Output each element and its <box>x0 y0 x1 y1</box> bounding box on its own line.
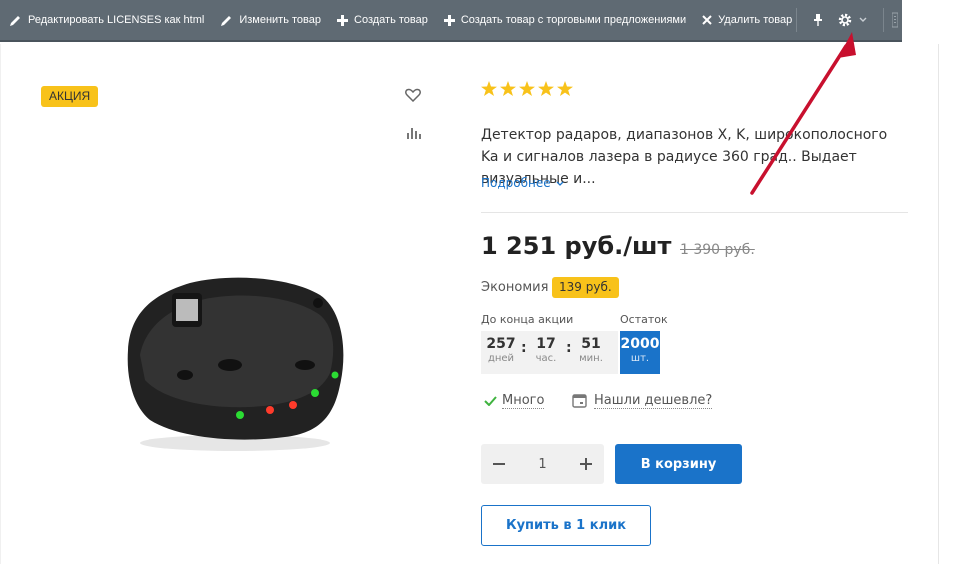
minus-icon[interactable] <box>493 458 505 470</box>
admin-toolbar: Редактировать LICENSES как html Изменить… <box>0 0 902 42</box>
quantity-stepper: 1 <box>481 444 604 484</box>
stock-value: 2000 <box>620 336 660 352</box>
add-to-cart-button[interactable]: В корзину <box>615 444 742 484</box>
economy-label: Экономия <box>481 280 549 295</box>
stock-unit: шт. <box>630 353 650 364</box>
star-icon <box>500 81 516 96</box>
quantity-input[interactable]: 1 <box>538 457 546 472</box>
create-product-button[interactable]: Создать товар <box>337 14 428 26</box>
countdown-minutes: 51 мин. <box>571 331 611 366</box>
plus-icon <box>443 14 455 26</box>
found-cheaper-label: Нашли дешевле? <box>594 393 713 409</box>
drag-handle-icon[interactable] <box>892 12 898 28</box>
pin-icon[interactable] <box>813 13 823 27</box>
availability-label[interactable]: Много <box>502 393 545 409</box>
edit-product-button[interactable]: Изменить товар <box>220 14 321 27</box>
countdown-hours-unit: час. <box>535 353 557 364</box>
more-details-link[interactable]: Подробнее <box>481 176 564 190</box>
economy-value: 139 руб. <box>552 277 619 298</box>
create-product-with-offers-button[interactable]: Создать товар с торговыми предложениями <box>443 14 687 26</box>
create-product-with-offers-label: Создать товар с торговыми предложениями <box>460 14 687 26</box>
current-price: 1 251 руб./шт <box>481 232 672 260</box>
availability-status: Много <box>484 393 545 409</box>
countdown-hours: 17 час. <box>526 331 566 366</box>
delete-product-button[interactable]: Удалить товар <box>702 14 792 26</box>
rating-stars <box>481 81 573 96</box>
sale-badge: АКЦИЯ <box>41 86 99 107</box>
old-price: 1 390 руб. <box>680 242 755 258</box>
countdown-days: 257 дней <box>481 331 521 366</box>
countdown-days-value: 257 <box>486 336 516 352</box>
countdown-days-unit: дней <box>487 353 515 364</box>
star-icon <box>519 81 535 96</box>
sale-countdown: 257 дней : 17 час. : 51 мин. <box>481 331 618 374</box>
delete-product-label: Удалить товар <box>718 14 793 26</box>
close-icon <box>702 15 712 25</box>
plus-icon <box>337 14 348 26</box>
divider <box>481 212 908 213</box>
star-icon <box>557 81 573 96</box>
product-image[interactable] <box>120 255 350 455</box>
create-product-label: Создать товар <box>354 14 428 26</box>
star-icon <box>481 81 497 96</box>
stock-label: Остаток <box>620 313 668 326</box>
heart-icon[interactable] <box>405 88 421 102</box>
timer-label: До конца акции <box>481 313 574 326</box>
buy-one-click-button[interactable]: Купить в 1 клик <box>481 505 651 546</box>
stock-counter: 2000 шт. <box>620 331 660 374</box>
countdown-minutes-unit: мин. <box>579 353 603 364</box>
countdown-hours-value: 17 <box>536 336 556 352</box>
edit-product-label: Изменить товар <box>239 14 321 26</box>
chevron-down-icon <box>557 181 564 186</box>
pencil-icon <box>221 15 232 26</box>
pencil-icon <box>10 15 20 26</box>
check-icon <box>484 396 497 406</box>
chevron-down-icon[interactable] <box>859 17 867 23</box>
price-tag-icon <box>572 394 587 408</box>
found-cheaper-link[interactable]: Нашли дешевле? <box>572 393 713 409</box>
more-details-label: Подробнее <box>481 176 551 190</box>
gear-icon[interactable] <box>837 12 853 28</box>
countdown-minutes-value: 51 <box>581 336 601 352</box>
plus-icon[interactable] <box>580 458 592 470</box>
edit-licenses-label: Редактировать LICENSES как html <box>28 14 205 26</box>
edit-licenses-button[interactable]: Редактировать LICENSES как html <box>9 14 204 27</box>
toolbar-divider <box>883 8 884 32</box>
star-icon <box>538 81 554 96</box>
toolbar-right-controls <box>788 0 902 40</box>
toolbar-divider <box>796 8 797 32</box>
compare-icon[interactable] <box>407 126 421 139</box>
